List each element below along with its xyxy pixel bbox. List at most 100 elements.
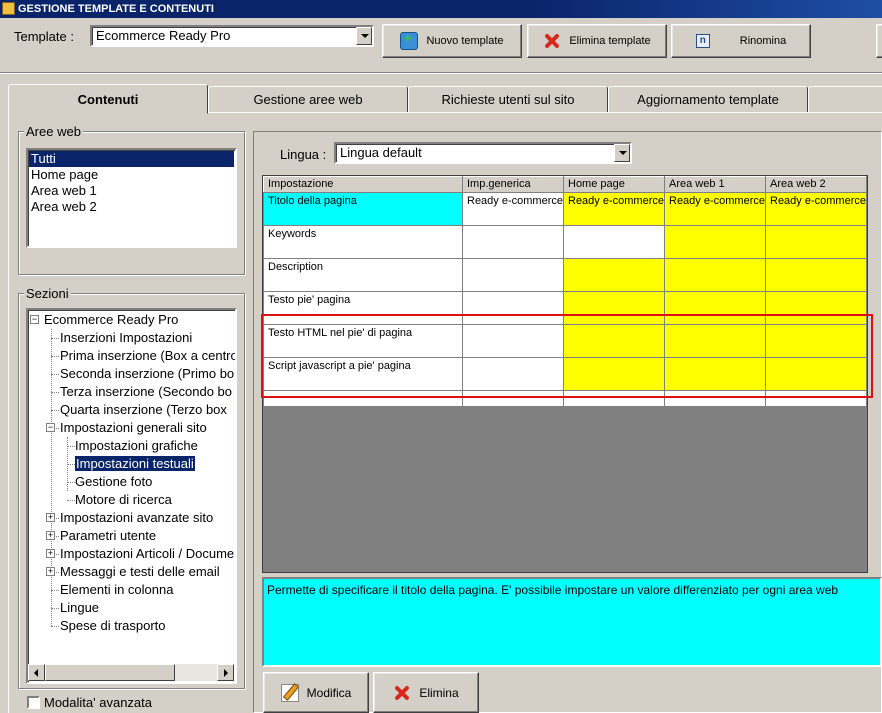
setting-value-cell[interactable]: Ready e-commerce bbox=[664, 192, 766, 226]
setting-value-cell[interactable]: Ready e-commerce bbox=[462, 192, 564, 226]
tree-node-label: Impostazioni testuali bbox=[75, 456, 195, 471]
tree-connector bbox=[51, 392, 59, 393]
tree-node-label: Ecommerce Ready Pro bbox=[44, 312, 179, 327]
setting-value-cell[interactable] bbox=[765, 258, 867, 292]
tree-node[interactable]: Gestione foto bbox=[75, 473, 152, 491]
tab-aggiornamento-template[interactable]: Aggiornamento template bbox=[608, 86, 808, 113]
expand-icon[interactable]: + bbox=[46, 531, 55, 540]
template-select[interactable]: Ecommerce Ready Pro bbox=[90, 25, 374, 47]
setting-value-cell[interactable] bbox=[664, 258, 766, 292]
chevron-down-icon[interactable] bbox=[356, 27, 372, 45]
sections-tree[interactable]: Ecommerce Ready Pro − Inserzioni Impostazi… bbox=[26, 308, 237, 684]
scroll-right-button[interactable] bbox=[217, 664, 234, 681]
table-row[interactable]: Keywords bbox=[263, 225, 867, 259]
table-row[interactable]: Titolo della pagina Ready e-commerce Ready… bbox=[263, 192, 867, 226]
setting-value-cell[interactable] bbox=[765, 225, 867, 259]
tree-node-label: Motore di ricerca bbox=[75, 492, 172, 507]
tree-node-label: Impostazioni avanzate sito bbox=[60, 510, 214, 525]
tree-node[interactable]: Prima inserzione (Box a centro bbox=[60, 347, 237, 365]
chevron-down-icon[interactable] bbox=[614, 144, 630, 162]
setting-value-cell[interactable]: Ready e-commerce bbox=[765, 192, 867, 226]
tree-node[interactable]: Parametri utente bbox=[60, 527, 156, 545]
list-item[interactable]: Home page bbox=[29, 167, 234, 183]
delete-template-button[interactable]: Elimina template bbox=[527, 24, 667, 58]
tree-node[interactable]: Impostazioni grafiche bbox=[75, 437, 198, 455]
tree-node-label: Terza inserzione (Secondo bo bbox=[60, 384, 232, 399]
tree-node-label: Messaggi e testi delle email bbox=[60, 564, 220, 579]
setting-value-cell[interactable] bbox=[462, 225, 564, 259]
list-item[interactable]: Tutti bbox=[29, 151, 234, 167]
tree-connector bbox=[51, 590, 59, 591]
setting-value-cell[interactable] bbox=[563, 258, 665, 292]
app-icon bbox=[2, 2, 15, 15]
tree-node[interactable]: Impostazioni testuali bbox=[75, 455, 195, 473]
lingua-select[interactable]: Lingua default bbox=[334, 142, 632, 164]
setting-value-cell[interactable] bbox=[462, 258, 564, 292]
expand-icon[interactable]: + bbox=[46, 549, 55, 558]
tree-connector bbox=[67, 500, 75, 501]
edit-button[interactable]: Modifica bbox=[263, 672, 369, 713]
advanced-mode-checkbox[interactable] bbox=[27, 696, 40, 709]
tree-node[interactable]: Ecommerce Ready Pro bbox=[44, 311, 178, 329]
setting-value-cell[interactable] bbox=[563, 225, 665, 259]
list-item[interactable]: Area web 1 bbox=[29, 183, 234, 199]
tab-overflow[interactable] bbox=[808, 86, 882, 113]
grid-column-header[interactable]: Imp.generica bbox=[462, 176, 564, 193]
tree-node-label: Impostazioni generali sito bbox=[60, 420, 207, 435]
expand-icon[interactable]: + bbox=[46, 513, 55, 522]
tree-node-label: Lingue bbox=[60, 600, 100, 615]
table-row[interactable]: Description bbox=[263, 258, 867, 292]
grid-column-header[interactable]: Impostazione bbox=[263, 176, 463, 193]
description-box: Permette di specificare il titolo della … bbox=[262, 577, 882, 667]
tree-node[interactable]: Messaggi e testi delle email bbox=[60, 563, 220, 581]
tree-node[interactable]: Spese di trasporto bbox=[60, 617, 166, 635]
tree-node[interactable]: Quarta inserzione (Terzo box bbox=[60, 401, 227, 419]
aree-web-list[interactable]: Tutti Home page Area web 1 Area web 2 bbox=[26, 148, 237, 248]
scroll-thumb[interactable] bbox=[45, 664, 175, 681]
tree-node-label: Quarta inserzione (Terzo box bbox=[60, 402, 227, 417]
new-template-label: Nuovo template bbox=[426, 35, 504, 47]
scroll-left-button[interactable] bbox=[28, 664, 45, 681]
tree-node[interactable]: Impostazioni avanzate sito bbox=[60, 509, 213, 527]
tree-node[interactable]: Motore di ricerca bbox=[75, 491, 172, 509]
tab-gestione-aree-web[interactable]: Gestione aree web bbox=[208, 86, 408, 113]
rename-button[interactable]: n Rinomina bbox=[671, 24, 811, 58]
setting-name-cell[interactable]: Description bbox=[263, 258, 463, 292]
advanced-mode-label: Modalita' avanzata bbox=[44, 695, 152, 710]
tree-node[interactable]: Seconda inserzione (Primo bo bbox=[60, 365, 234, 383]
delete-icon bbox=[393, 684, 411, 702]
expand-icon[interactable]: + bbox=[46, 567, 55, 576]
setting-value-cell[interactable] bbox=[664, 225, 766, 259]
sezioni-title: Sezioni bbox=[24, 286, 71, 301]
tree-connector bbox=[51, 608, 59, 609]
delete-label: Elimina bbox=[419, 685, 459, 700]
tab-richieste-utenti[interactable]: Richieste utenti sul sito bbox=[408, 86, 608, 113]
tree-node-label: Impostazioni Articoli / Docume bbox=[60, 546, 235, 561]
tree-horizontal-scrollbar[interactable] bbox=[28, 664, 234, 681]
tree-node-label: Elementi in colonna bbox=[60, 582, 174, 597]
collapse-icon[interactable]: − bbox=[46, 423, 55, 432]
grid-column-header[interactable]: Home page bbox=[563, 176, 665, 193]
tree-node[interactable]: Lingue bbox=[60, 599, 99, 617]
tree-node[interactable]: Impostazioni Articoli / Docume bbox=[60, 545, 234, 563]
tree-node[interactable]: Terza inserzione (Secondo bo bbox=[60, 383, 232, 401]
setting-name-cell[interactable]: Titolo della pagina bbox=[263, 192, 463, 226]
tree-node[interactable]: Inserzioni Impostazioni bbox=[60, 329, 192, 347]
collapse-icon[interactable]: − bbox=[30, 315, 39, 324]
delete-button[interactable]: Elimina bbox=[373, 672, 479, 713]
tree-node-label: Prima inserzione (Box a centro bbox=[60, 348, 237, 363]
new-template-button[interactable]: Nuovo template bbox=[382, 24, 522, 58]
list-item[interactable]: Area web 2 bbox=[29, 199, 234, 215]
edit-label: Modifica bbox=[306, 685, 352, 700]
tab-contenuti[interactable]: Contenuti bbox=[8, 84, 208, 114]
grid-header-row: Impostazione Imp.generica Home page Area we… bbox=[263, 176, 867, 193]
setting-value-cell[interactable]: Ready e-commerce bbox=[563, 192, 665, 226]
extra-toolbar-button[interactable] bbox=[876, 24, 882, 58]
template-label: Template : bbox=[14, 29, 74, 44]
grid-column-header[interactable]: Area web 1 bbox=[664, 176, 766, 193]
grid-column-header[interactable]: Area web 2 bbox=[765, 176, 867, 193]
tree-node[interactable]: Impostazioni generali sito bbox=[60, 419, 207, 437]
aree-web-title: Aree web bbox=[24, 124, 83, 139]
setting-name-cell[interactable]: Keywords bbox=[263, 225, 463, 259]
tree-node[interactable]: Elementi in colonna bbox=[60, 581, 173, 599]
